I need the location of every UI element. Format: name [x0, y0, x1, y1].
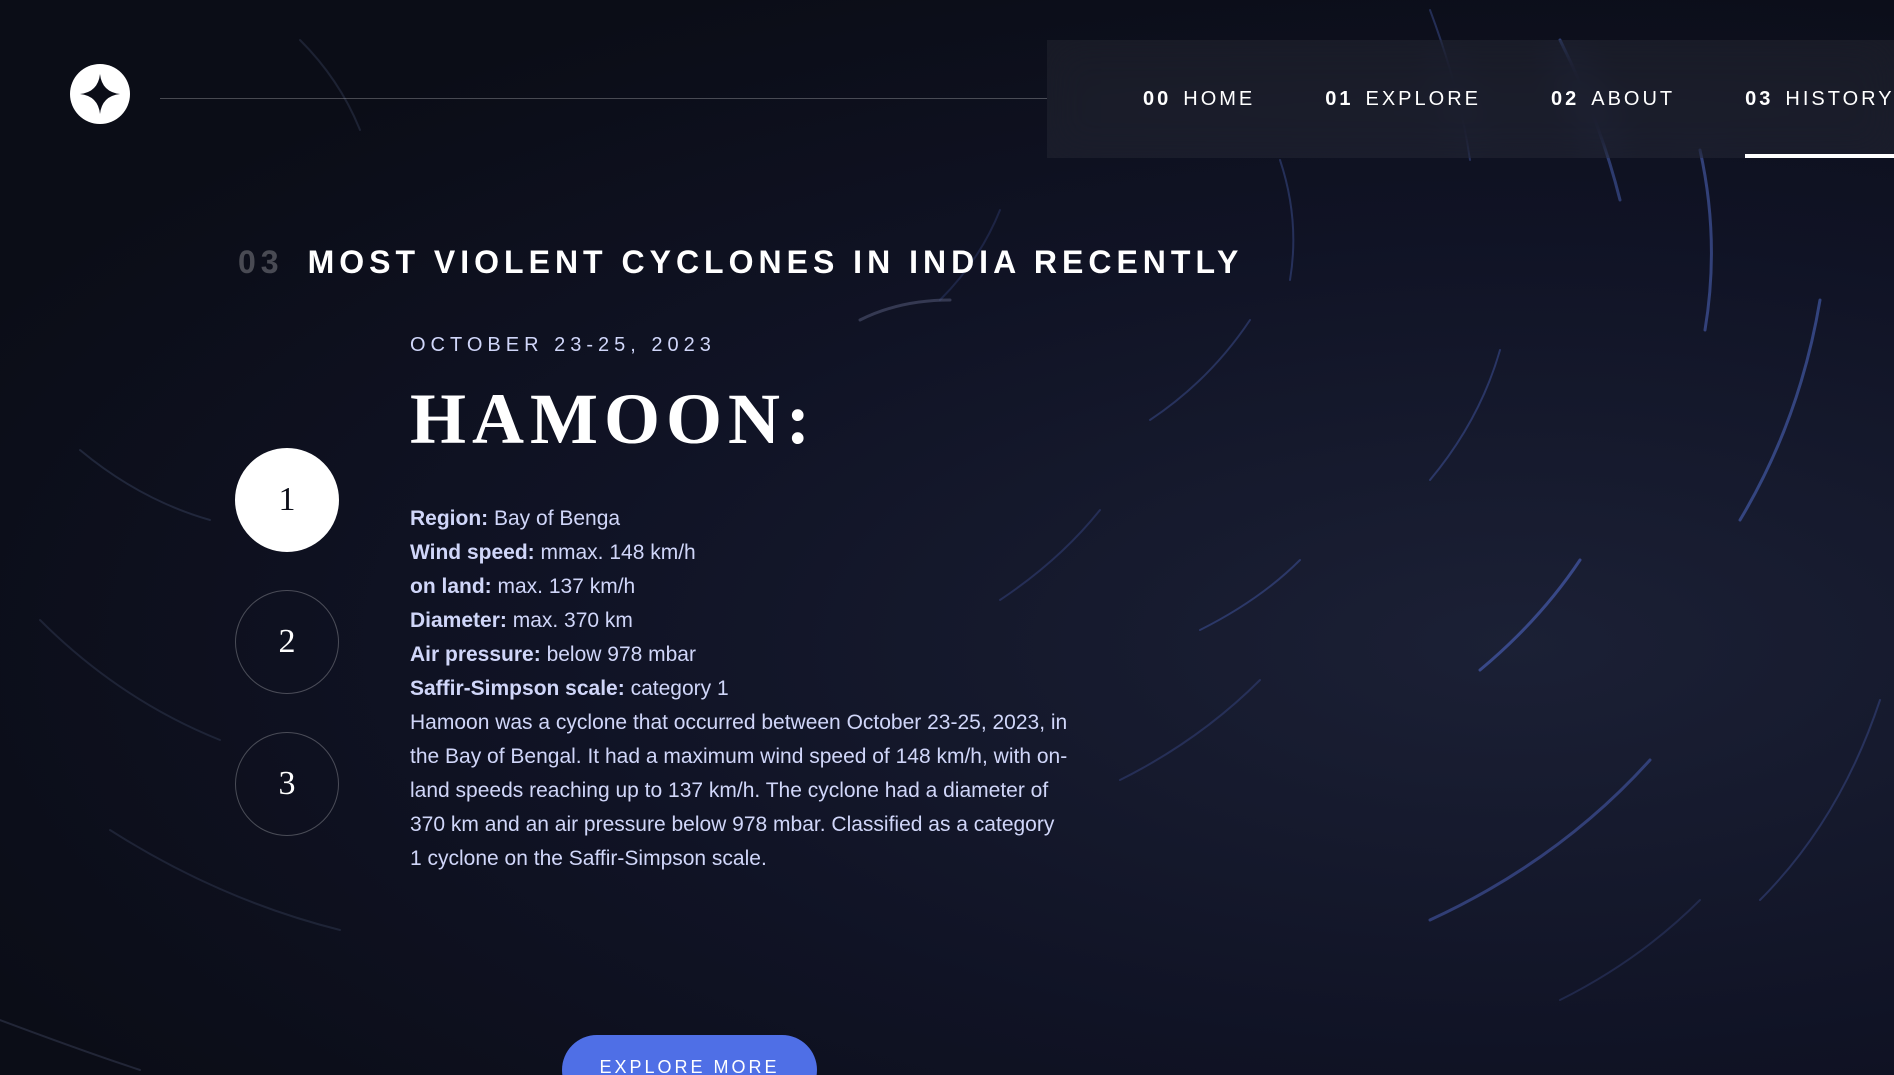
star-logo-icon[interactable]: [70, 64, 130, 124]
stat-value: category 1: [630, 677, 729, 700]
step-button-1[interactable]: 1: [235, 448, 339, 552]
step-button-2[interactable]: 2: [235, 590, 339, 694]
step-button-3[interactable]: 3: [235, 732, 339, 836]
nav-item-number: 03: [1745, 87, 1774, 110]
explore-more-button[interactable]: EXPLORE MORE: [562, 1035, 817, 1075]
stat-label: Wind speed:: [410, 541, 535, 564]
nav-item-label: EXPLORE: [1365, 87, 1481, 110]
nav-item-history[interactable]: 03 HISTORY: [1745, 40, 1894, 158]
stat-row-wind-speed: Wind speed: mmax. 148 km/h: [410, 536, 1070, 570]
stat-value: max. 370 km: [512, 609, 633, 632]
cyclone-description: Hamoon was a cyclone that occurred betwe…: [410, 711, 1068, 870]
stat-label: Diameter:: [410, 609, 507, 632]
nav-item-label: ABOUT: [1591, 87, 1676, 110]
stat-value: Bay of Benga: [494, 507, 621, 530]
stat-label: Saffir-Simpson scale:: [410, 677, 625, 700]
stat-value: mmax. 148 km/h: [540, 541, 696, 564]
stat-label: Air pressure:: [410, 643, 541, 666]
section-title: MOST VIOLENT CYCLONES IN INDIA RECENTLY: [307, 244, 1244, 280]
stat-row-saffir-simpson: Saffir-Simpson scale: category 1: [410, 672, 1070, 706]
nav-item-number: 01: [1325, 87, 1354, 110]
cyclone-name: HAMOON:: [410, 379, 816, 459]
cyclone-details: Region: Bay of Benga Wind speed: mmax. 1…: [410, 502, 1070, 876]
nav-item-home[interactable]: 00 HOME: [1143, 40, 1255, 158]
main-navigation: 00 HOME 01 EXPLORE 02 ABOUT 03 HISTORY: [1047, 40, 1894, 158]
nav-item-label: HOME: [1183, 87, 1256, 110]
header-divider: [160, 98, 1047, 99]
cyclone-date: OCTOBER 23-25, 2023: [410, 334, 716, 356]
nav-item-about[interactable]: 02 ABOUT: [1551, 40, 1675, 158]
stat-label: on land:: [410, 575, 492, 598]
stat-row-on-land: on land: max. 137 km/h: [410, 570, 1070, 604]
stat-row-region: Region: Bay of Benga: [410, 502, 1070, 536]
nav-item-explore[interactable]: 01 EXPLORE: [1325, 40, 1481, 158]
page-title: 03 MOST VIOLENT CYCLONES IN INDIA RECENTL…: [238, 244, 1243, 281]
stat-label: Region:: [410, 507, 489, 530]
stat-value: below 978 mbar: [546, 643, 696, 666]
nav-item-number: 02: [1550, 87, 1580, 110]
stat-value: max. 137 km/h: [497, 575, 636, 598]
nav-item-number: 00: [1143, 87, 1172, 110]
nav-item-label: HISTORY: [1785, 87, 1894, 110]
stat-row-diameter: Diameter: max. 370 km: [410, 604, 1070, 638]
section-number: 03: [238, 244, 284, 280]
stat-row-air-pressure: Air pressure: below 978 mbar: [410, 638, 1070, 672]
